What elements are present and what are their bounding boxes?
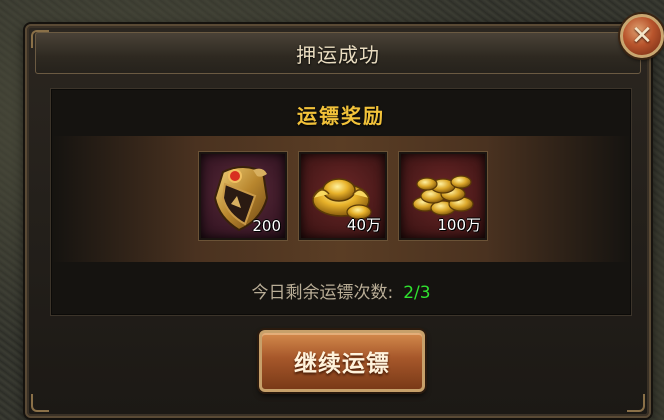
dialog-titlebar: 押运成功 <box>35 32 641 74</box>
continue-escort-label: 继续运镖 <box>294 351 390 377</box>
reward-title: 运镖奖励 <box>297 104 385 128</box>
remaining-escorts: 今日剩余运镖次数: 2/3 <box>50 278 632 303</box>
reward-quantity: 200 <box>252 217 281 235</box>
reward-slot-badge[interactable]: 200 <box>199 152 287 240</box>
reward-slot-coins[interactable]: 100万 <box>399 152 487 240</box>
reward-slot-ingot[interactable]: 40万 <box>299 152 387 240</box>
continue-escort-button[interactable]: 继续运镖 <box>259 330 425 392</box>
frame-corner-ornament <box>31 394 49 412</box>
dialog-title: 押运成功 <box>296 42 380 67</box>
remaining-escorts-label: 今日剩余运镖次数: <box>251 283 394 303</box>
reward-quantity: 40万 <box>346 216 381 234</box>
close-x-icon: ✕ <box>631 21 653 51</box>
remaining-escorts-value: 2/3 <box>403 283 431 303</box>
reward-quantity: 100万 <box>437 216 481 234</box>
close-button[interactable]: ✕ <box>620 14 664 58</box>
frame-corner-ornament <box>627 394 645 412</box>
